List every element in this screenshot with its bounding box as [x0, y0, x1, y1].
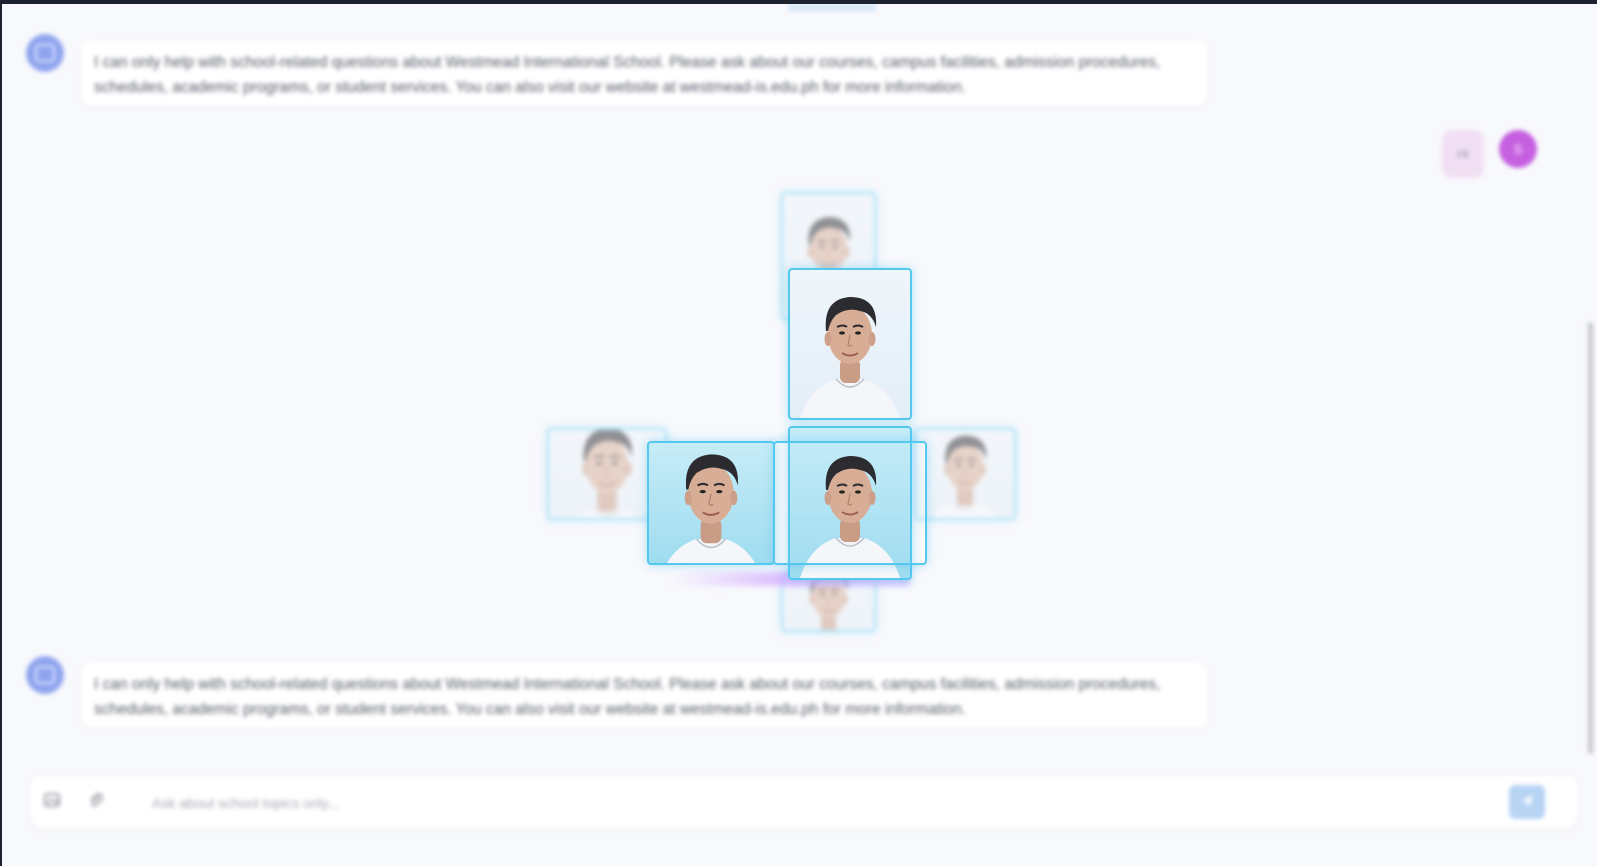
user-message: Hi	[1442, 130, 1484, 178]
photo-card-left[interactable]	[647, 441, 775, 565]
assistant-message: I can only help with school-related ques…	[82, 662, 1207, 728]
paperclip-icon[interactable]	[86, 792, 106, 812]
send-button[interactable]	[1509, 785, 1545, 819]
photo-ghost-bottom	[781, 574, 876, 632]
bot-icon	[35, 44, 55, 62]
photo-card-top[interactable]	[788, 268, 912, 420]
bot-avatar	[26, 656, 64, 694]
chat-app: I can only help with school-related ques…	[2, 4, 1597, 866]
send-icon	[1519, 793, 1535, 812]
user-avatar: S	[1499, 130, 1537, 168]
bot-avatar	[26, 34, 64, 72]
bot-icon	[35, 666, 55, 684]
photo-ghost-right	[914, 428, 1016, 520]
composer-bar	[30, 776, 1578, 828]
image-icon[interactable]	[42, 792, 62, 812]
photo-frame-overlay	[773, 441, 927, 565]
message-input[interactable]	[150, 786, 1514, 820]
assistant-message: I can only help with school-related ques…	[82, 40, 1207, 106]
scrollbar-thumb[interactable]	[1588, 322, 1593, 754]
